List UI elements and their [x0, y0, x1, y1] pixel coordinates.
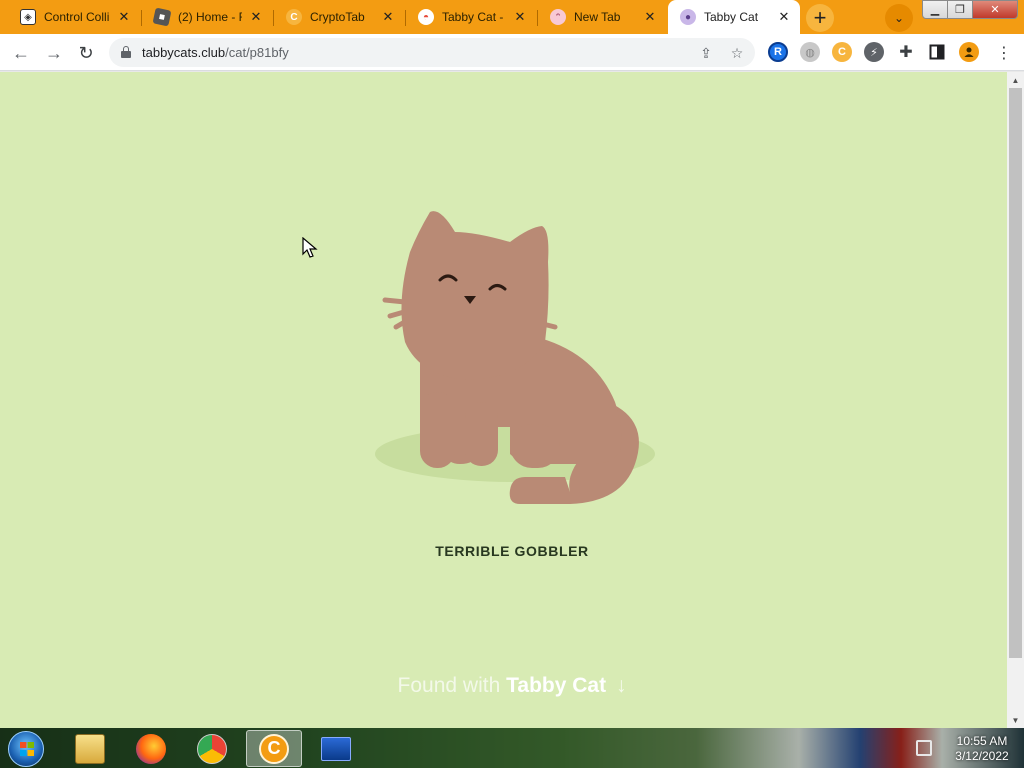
tab-cryptotab[interactable]: C CryptoTab ✕ — [274, 0, 404, 34]
page-scrollbar[interactable]: ▲ ▼ — [1007, 72, 1024, 728]
back-button[interactable]: ← — [7, 39, 35, 67]
tab-title: New Tab — [574, 10, 621, 24]
browser-toolbar: ← → ↻ tabbycats.club/cat/p81bfy ⇪ ☆ R ◍ … — [0, 34, 1024, 71]
scroll-up-arrow-icon[interactable]: ▲ — [1007, 72, 1024, 88]
cryptotab-icon: C — [286, 9, 302, 25]
window-close-button[interactable]: ✕ — [972, 0, 1018, 19]
tab-roblox-home[interactable]: ■ (2) Home - R ✕ — [142, 0, 272, 34]
arrow-left-icon: ← — [12, 42, 30, 63]
system-tray: 10:55 AM 3/12/2022 — [906, 730, 1024, 768]
arrow-down-icon: ↓ — [615, 674, 627, 697]
kebab-menu-icon: ⋮ — [996, 45, 1012, 62]
side-panel-icon — [929, 44, 945, 60]
cat-illustration[interactable] — [360, 192, 670, 522]
cryptotab-icon: C — [259, 733, 289, 764]
close-icon[interactable]: ✕ — [512, 9, 528, 25]
cat-whiskers-left — [382, 297, 411, 330]
arrow-right-icon: → — [45, 42, 63, 63]
minimize-button[interactable]: ▁ — [922, 0, 948, 19]
lock-icon — [121, 46, 131, 58]
taskbar-explorer[interactable] — [62, 730, 118, 767]
mouse-cursor-icon — [302, 237, 318, 258]
clock-time: 10:55 AM — [956, 734, 1008, 748]
bolt-extension-icon[interactable]: ⚡ — [864, 42, 884, 62]
tab-title: (2) Home - R — [178, 10, 242, 24]
chrome-icon — [197, 733, 227, 764]
address-bar[interactable]: tabbycats.club/cat/p81bfy ⇪ ☆ — [109, 38, 755, 67]
new-tab-button[interactable]: + — [806, 4, 834, 32]
cat-head — [401, 211, 549, 380]
found-with-text: Found with — [397, 674, 501, 697]
minimize-icon: ▁ — [930, 4, 940, 16]
roblox-icon: ◈ — [20, 9, 36, 25]
tab-title: CryptoTab — [310, 10, 365, 24]
roblox-home-icon: ■ — [152, 7, 172, 27]
url-text[interactable]: tabbycats.club/cat/p81bfy — [142, 45, 289, 60]
share-icon[interactable]: ⇪ — [695, 42, 717, 64]
tab-tabby-cat-2[interactable]: ◓ Tabby Cat - ✕ — [406, 0, 536, 34]
firefox-icon — [136, 733, 166, 764]
close-icon[interactable]: ✕ — [380, 9, 396, 25]
reload-button[interactable]: ↻ — [72, 39, 100, 67]
cat-name-label: TERRIBLE GOBBLER — [435, 543, 589, 559]
found-with-tabby-cat-link[interactable]: Found with Tabby Cat ↓ — [0, 674, 1007, 698]
bookmark-star-icon[interactable]: ☆ — [726, 42, 748, 64]
taskbar-cryptotab[interactable]: C — [246, 730, 302, 767]
url-domain: tabbycats.club — [142, 45, 226, 60]
cat-front-leg-right — [465, 402, 498, 466]
tabby-cat-icon: ● — [680, 9, 696, 25]
close-icon[interactable]: ✕ — [642, 9, 658, 25]
chevron-down-icon: ⌄ — [893, 11, 905, 25]
folder-icon — [75, 733, 105, 764]
close-icon[interactable]: ✕ — [248, 9, 264, 25]
plus-icon: + — [813, 5, 827, 30]
extension-r-icon[interactable]: R — [768, 42, 788, 62]
close-icon[interactable]: ✕ — [116, 9, 132, 25]
tab-title: Tabby Cat — [704, 10, 759, 24]
page-viewport: TERRIBLE GOBBLER Found with Tabby Cat ↓ — [0, 72, 1007, 728]
tab-tabby-cat-active[interactable]: ● Tabby Cat ✕ — [668, 0, 800, 34]
url-path: /cat/p81bfy — [225, 45, 289, 60]
tabby-cat-icon: ◓ — [418, 9, 434, 25]
clock-date: 3/12/2022 — [955, 749, 1009, 763]
restore-icon: ❐ — [955, 4, 965, 16]
network-icon[interactable] — [916, 740, 932, 756]
side-panel-button[interactable] — [927, 42, 947, 62]
taskbar-control-panel[interactable] — [308, 730, 364, 767]
person-icon — [964, 47, 974, 57]
cat-face-icon: ᵔ — [550, 9, 566, 25]
cryptotab-extension-icon[interactable]: C — [832, 42, 852, 62]
scroll-down-arrow-icon[interactable]: ▼ — [1007, 712, 1024, 728]
tab-new-tab[interactable]: ᵔ New Tab ✕ — [538, 0, 666, 34]
reload-icon: ↻ — [78, 42, 94, 63]
tab-control-collision[interactable]: ◈ Control Colli ✕ — [8, 0, 140, 34]
tab-search-button[interactable]: ⌄ — [885, 4, 913, 32]
control-panel-icon — [321, 736, 351, 761]
tab-title: Control Colli — [44, 10, 110, 24]
profile-avatar[interactable] — [959, 42, 979, 62]
tabby-cat-brand: Tabby Cat — [506, 674, 607, 697]
close-icon[interactable]: ✕ — [776, 9, 792, 25]
clock[interactable]: 10:55 AM 3/12/2022 — [944, 734, 1020, 764]
close-icon: ✕ — [990, 4, 1000, 16]
cat-whiskers-right — [540, 321, 558, 330]
cat-front-leg-left — [420, 392, 455, 468]
start-button[interactable] — [8, 731, 44, 767]
maximize-button[interactable]: ❐ — [947, 0, 973, 19]
forward-button[interactable]: → — [40, 39, 68, 67]
taskbar-chrome[interactable] — [184, 730, 240, 767]
scrollbar-thumb[interactable] — [1009, 88, 1022, 658]
taskbar-firefox[interactable] — [123, 730, 179, 767]
cat-hind-leg — [510, 424, 560, 468]
puzzle-extensions-icon[interactable]: ✚ — [896, 42, 916, 62]
tab-title: Tabby Cat - — [442, 10, 504, 24]
menu-button[interactable]: ⋮ — [990, 39, 1018, 67]
extension-gray-icon[interactable]: ◍ — [800, 42, 820, 62]
